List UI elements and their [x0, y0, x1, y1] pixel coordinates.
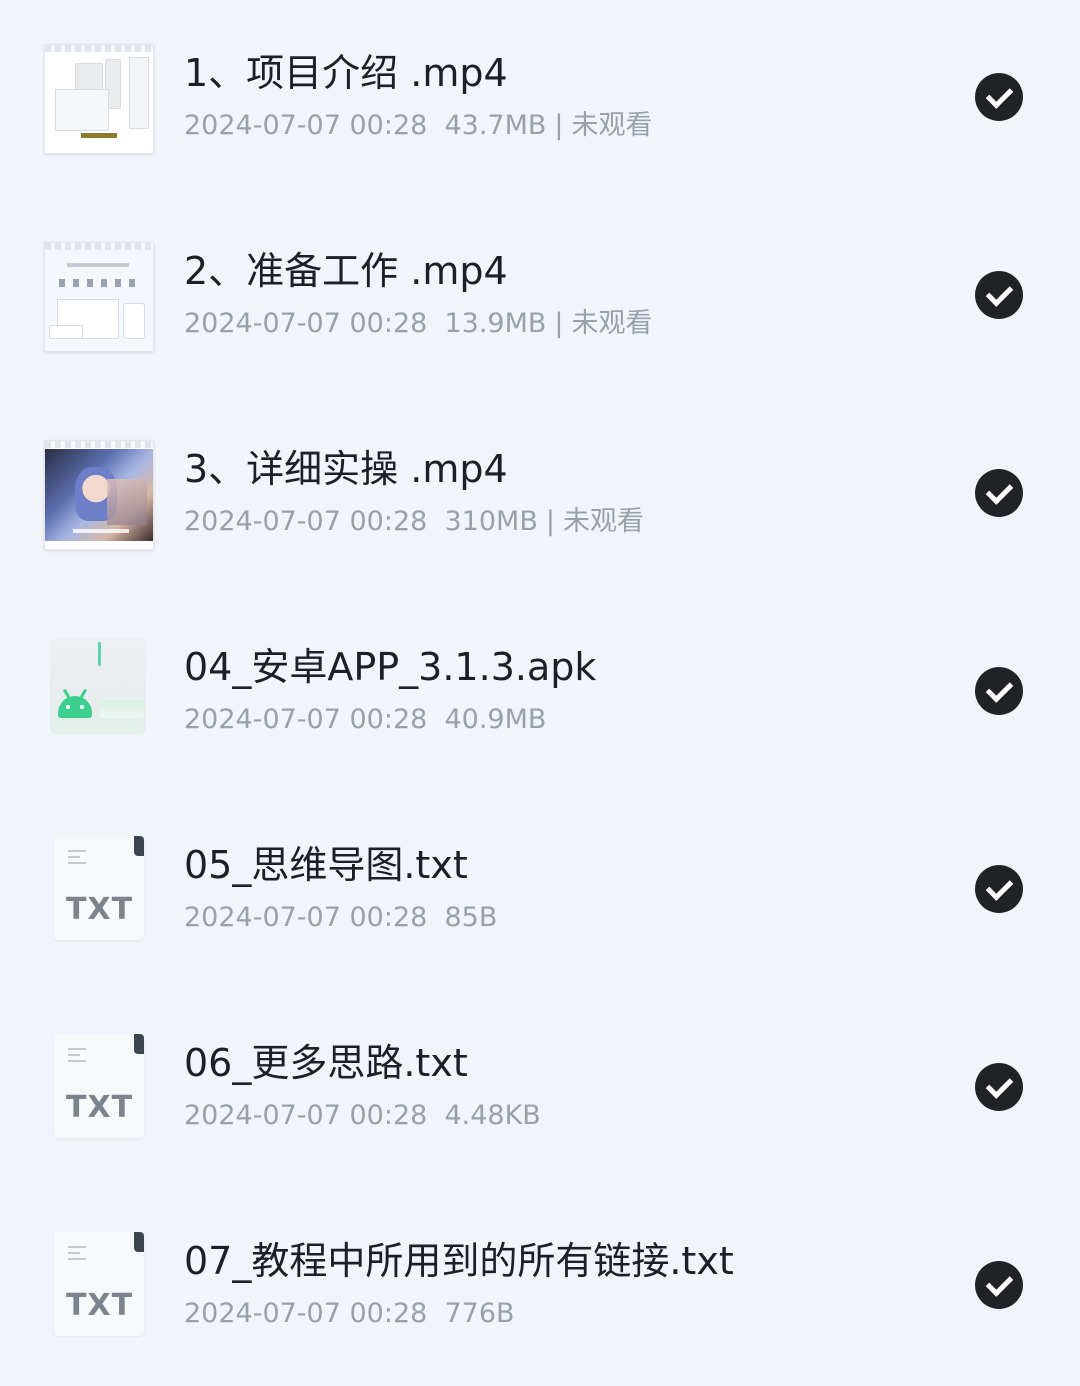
file-date: 2024-07-07 00:28: [184, 704, 428, 735]
video-thumbnail: [44, 242, 154, 352]
meta-separator: |: [545, 506, 555, 537]
checkmark-icon[interactable]: [975, 469, 1023, 517]
checkmark-icon[interactable]: [975, 1261, 1023, 1309]
file-row[interactable]: 2、准备工作 .mp4 2024-07-07 00:28 13.9MB | 未观看: [0, 198, 1080, 396]
watch-status: 未观看: [562, 506, 644, 537]
file-meta: 2024-07-07 00:28 776B: [184, 1296, 515, 1332]
meta-separator: |: [554, 308, 564, 339]
file-size: 43.7MB: [444, 110, 547, 141]
file-meta: 2024-07-07 00:28 310MB | 未观看: [184, 504, 644, 540]
file-date: 2024-07-07 00:28: [184, 308, 428, 339]
txt-icon-label: TXT: [66, 1090, 134, 1125]
checkmark-icon[interactable]: [975, 73, 1023, 121]
file-name: 06_更多思路.txt: [184, 1041, 468, 1085]
watch-status: 未观看: [571, 110, 653, 141]
file-meta: 2024-07-07 00:28 43.7MB | 未观看: [184, 108, 653, 144]
file-row[interactable]: TXT 07_教程中所用到的所有链接.txt 2024-07-07 00:28 …: [0, 1188, 1080, 1386]
file-size: 310MB: [444, 506, 538, 537]
file-name: 1、项目介绍 .mp4: [184, 51, 508, 95]
file-name: 3、详细实操 .mp4: [184, 447, 508, 491]
file-meta: 2024-07-07 00:28 40.9MB: [184, 702, 546, 738]
watch-status: 未观看: [571, 308, 653, 339]
file-size: 13.9MB: [444, 308, 547, 339]
file-meta: 2024-07-07 00:28 85B: [184, 900, 497, 936]
file-row[interactable]: 3、详细实操 .mp4 2024-07-07 00:28 310MB | 未观看: [0, 396, 1080, 594]
file-name: 2、准备工作 .mp4: [184, 249, 508, 293]
file-name: 04_安卓APP_3.1.3.apk: [184, 645, 597, 689]
file-size: 776B: [444, 1298, 515, 1329]
file-date: 2024-07-07 00:28: [184, 110, 428, 141]
txt-file-icon: TXT: [54, 1034, 144, 1138]
file-size: 85B: [444, 902, 498, 933]
meta-separator: |: [554, 110, 564, 141]
file-date: 2024-07-07 00:28: [184, 1298, 428, 1329]
file-size: 40.9MB: [444, 704, 547, 735]
file-date: 2024-07-07 00:28: [184, 506, 428, 537]
file-meta: 2024-07-07 00:28 4.48KB: [184, 1098, 541, 1134]
file-name: 07_教程中所用到的所有链接.txt: [184, 1239, 734, 1283]
file-size: 4.48KB: [444, 1100, 541, 1131]
video-thumbnail: [44, 44, 154, 154]
txt-icon-label: TXT: [66, 892, 134, 927]
txt-file-icon: TXT: [54, 836, 144, 940]
txt-icon-label: TXT: [66, 1288, 134, 1323]
file-row[interactable]: TXT 06_更多思路.txt 2024-07-07 00:28 4.48KB: [0, 990, 1080, 1188]
file-row[interactable]: TXT 05_思维导图.txt 2024-07-07 00:28 85B: [0, 792, 1080, 990]
checkmark-icon[interactable]: [975, 1063, 1023, 1111]
video-thumbnail: [44, 440, 154, 550]
txt-file-icon: TXT: [54, 1232, 144, 1336]
file-row[interactable]: 04_安卓APP_3.1.3.apk 2024-07-07 00:28 40.9…: [0, 594, 1080, 792]
checkmark-icon[interactable]: [975, 667, 1023, 715]
file-list: 1、项目介绍 .mp4 2024-07-07 00:28 43.7MB | 未观看 …: [0, 0, 1080, 1375]
android-apk-icon: [50, 638, 146, 734]
file-meta: 2024-07-07 00:28 13.9MB | 未观看: [184, 306, 653, 342]
file-row[interactable]: 1、项目介绍 .mp4 2024-07-07 00:28 43.7MB | 未观看: [0, 0, 1080, 198]
file-date: 2024-07-07 00:28: [184, 902, 428, 933]
file-date: 2024-07-07 00:28: [184, 1100, 428, 1131]
checkmark-icon[interactable]: [975, 271, 1023, 319]
checkmark-icon[interactable]: [975, 865, 1023, 913]
file-name: 05_思维导图.txt: [184, 843, 468, 887]
